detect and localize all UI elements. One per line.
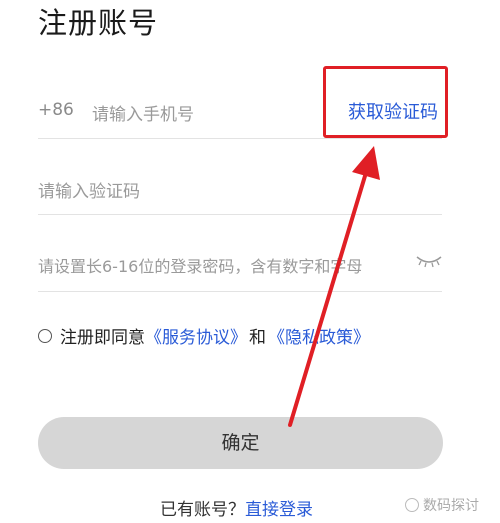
annotation-arrow bbox=[288, 146, 380, 427]
